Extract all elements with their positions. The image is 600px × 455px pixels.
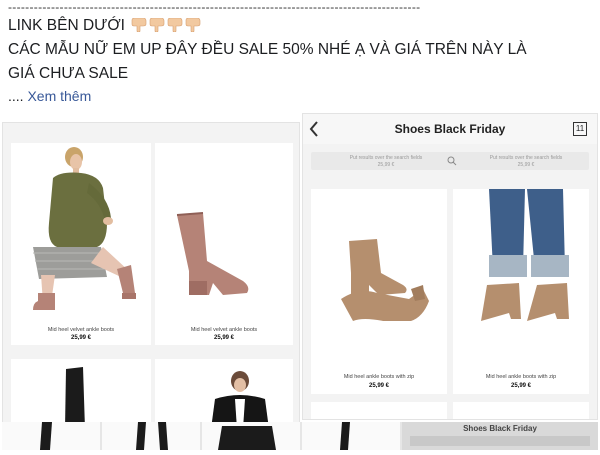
search-sub: 25,99 € xyxy=(377,162,395,168)
product-card[interactable]: Mid heel velvet ankle boots 25,99 € xyxy=(11,143,151,345)
pointing-down-icon xyxy=(149,18,165,32)
product-price: 25,99 € xyxy=(510,383,532,389)
pointing-down-icon xyxy=(167,18,183,32)
black-boot-photo xyxy=(40,422,52,450)
post-line-1: LINK BÊN DƯỚI xyxy=(8,14,593,38)
product-price: 25,99 € xyxy=(70,335,92,341)
product-price: 25,99 € xyxy=(213,335,235,341)
post-line-1-text: LINK BÊN DƯỚI xyxy=(8,17,125,34)
right-screenshot[interactable]: Shoes Black Friday 11 Put results over t… xyxy=(302,113,598,420)
pointing-down-icon xyxy=(185,18,201,32)
left-screenshot[interactable]: Mid heel velvet ankle boots 25,99 € Mid … xyxy=(2,122,300,424)
thumb-1[interactable] xyxy=(2,422,100,450)
model-photo xyxy=(218,426,276,450)
app-header: Shoes Black Friday 11 xyxy=(303,114,597,144)
legs-photo xyxy=(136,422,168,450)
pointing-down-emojis xyxy=(129,17,201,34)
product-name: Mid heel velvet ankle boots xyxy=(190,327,258,333)
product-name: Mid heel ankle boots with zip xyxy=(485,374,557,380)
model-photo xyxy=(211,371,269,423)
search-bar[interactable]: Put results over the search fields 25,99… xyxy=(311,152,589,170)
product-name: Mid heel ankle boots with zip xyxy=(343,374,415,380)
post-line-3: GIÁ CHƯA SALE xyxy=(8,65,129,82)
tan-boots-photo xyxy=(341,239,429,321)
model-photo xyxy=(33,147,136,310)
search-icon[interactable] xyxy=(447,156,457,166)
search-placeholder: Put results over the search fields xyxy=(349,155,423,161)
product-card[interactable]: Mid heel ankle boots with zip 25,99 € xyxy=(453,189,589,394)
bottom-image-strip[interactable]: Shoes Black Friday xyxy=(2,422,598,450)
black-boot-photo xyxy=(65,367,85,423)
filter-icon[interactable]: 11 xyxy=(573,122,587,136)
thumb-3[interactable] xyxy=(202,422,300,450)
screen-title: Shoes Black Friday xyxy=(394,122,506,136)
product-card[interactable] xyxy=(155,359,293,423)
strip-search-bar xyxy=(410,436,590,446)
product-price: 25,99 € xyxy=(368,383,390,389)
pointing-down-icon xyxy=(131,18,147,32)
search-sub-2: 25,99 € xyxy=(517,162,535,168)
see-more-link[interactable]: .... Xem thêm xyxy=(8,86,593,106)
post-text: ----------------------------------------… xyxy=(8,0,593,106)
product-name: Mid heel velvet ankle boots xyxy=(47,327,115,333)
product-card[interactable] xyxy=(311,402,447,419)
thumb-4[interactable] xyxy=(302,422,400,450)
product-card[interactable]: Mid heel velvet ankle boots 25,99 € xyxy=(155,143,293,345)
product-card[interactable]: Mid heel ankle boots with zip 25,99 € xyxy=(311,189,447,394)
thumb-5[interactable]: Shoes Black Friday xyxy=(402,422,598,450)
dash-separator: ----------------------------------------… xyxy=(8,0,421,14)
strip-title: Shoes Black Friday xyxy=(463,424,537,433)
post-line-2: CÁC MẪU NỮ EM UP ĐÂY ĐỀU SALE 50% NHÉ Ạ … xyxy=(8,41,527,58)
product-card[interactable] xyxy=(453,402,589,419)
search-placeholder-2: Put results over the search fields xyxy=(489,155,563,161)
thumb-2[interactable] xyxy=(102,422,200,450)
model-legs-photo xyxy=(481,189,569,321)
product-card[interactable] xyxy=(11,359,151,423)
boots-photo xyxy=(340,422,350,450)
boot-photo xyxy=(176,212,249,295)
